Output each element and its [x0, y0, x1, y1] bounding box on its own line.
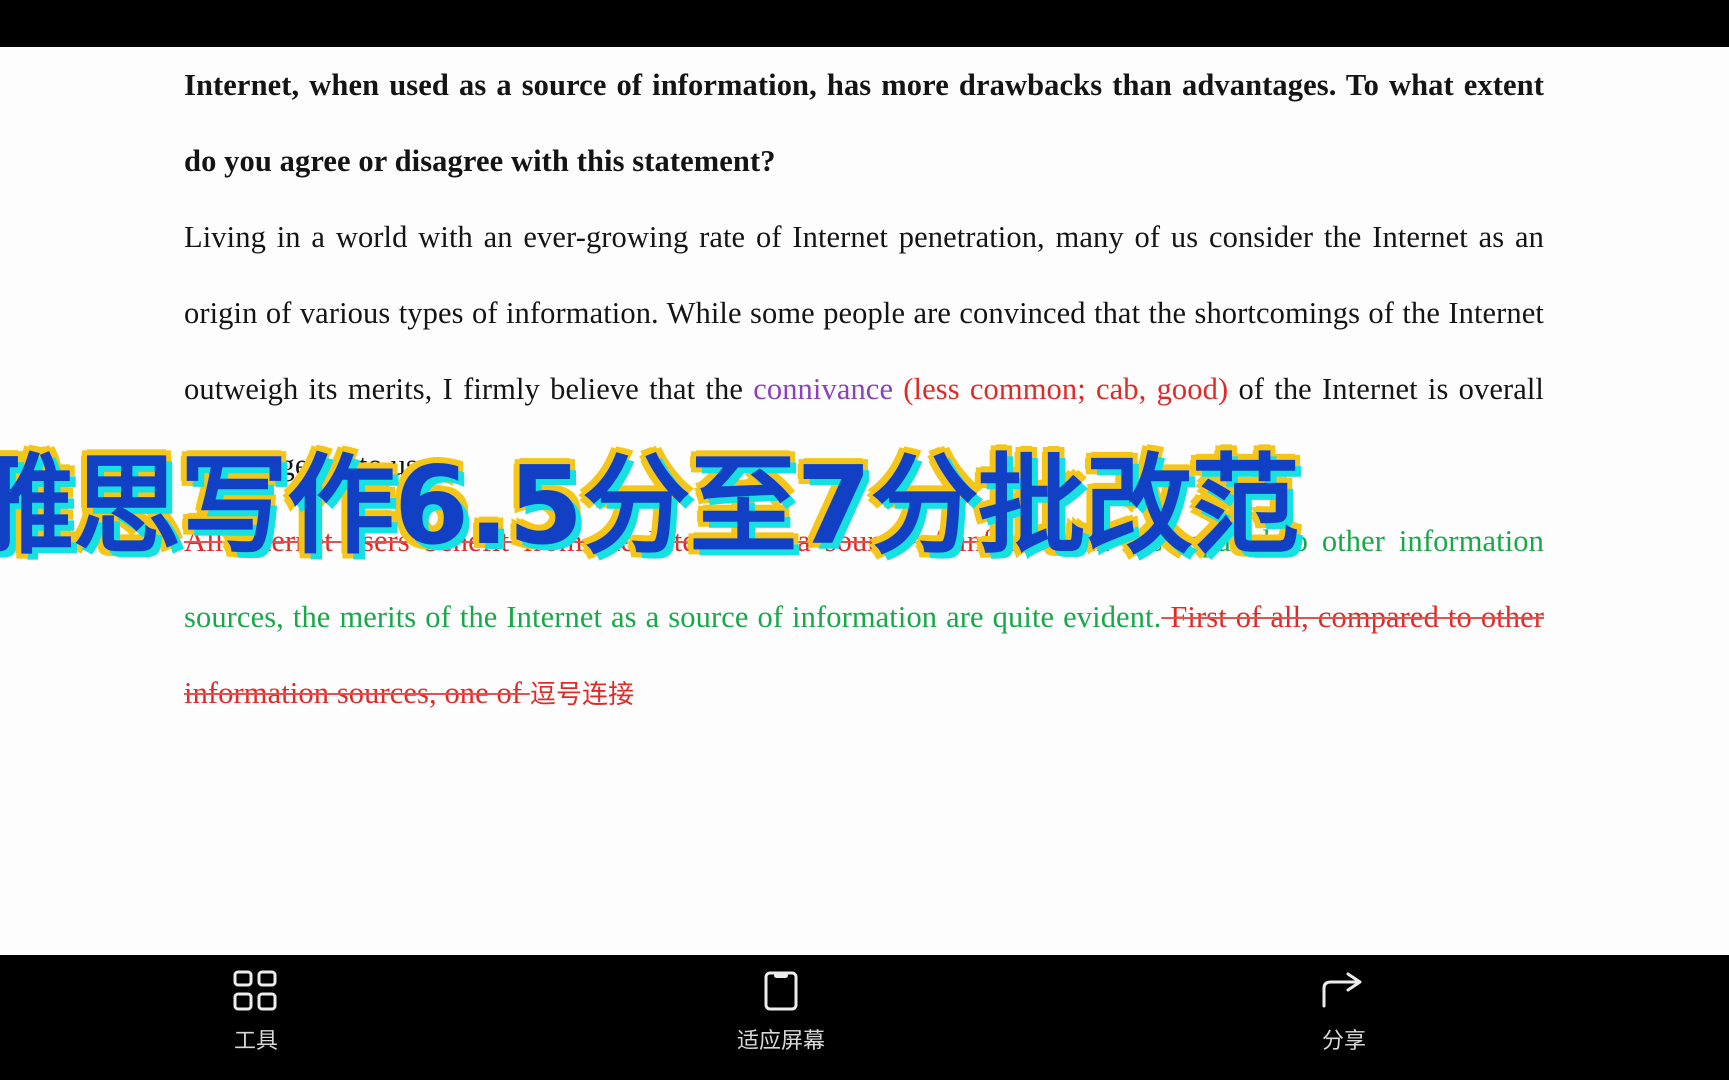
device-frame-icon — [681, 965, 881, 1017]
toolbar-item-tools-label: 工具 — [233, 1029, 278, 1054]
toolbar-item-share-label: 分享 — [1321, 1029, 1366, 1054]
document-page[interactable]: Internet, when used as a source of infor… — [0, 47, 1729, 955]
essay-prompt-paragraph: Internet, when used as a source of infor… — [184, 68, 1544, 178]
letterbox-top — [0, 0, 1729, 47]
para2-chinese-annotation: 逗号连接 — [529, 680, 635, 710]
bottom-toolbar: 工具 适应屏幕 分享 — [0, 955, 1729, 1080]
para1-teacher-note: (less common; cab, good) — [893, 372, 1229, 406]
toolbar-item-share[interactable]: 分享 — [1244, 965, 1444, 1055]
body-paragraph-1: Living in a world with an ever-growing r… — [184, 199, 1544, 503]
para2-period: . — [1103, 524, 1125, 558]
share-arrow-icon — [1244, 965, 1444, 1017]
toolbar-item-fit-screen-label: 适应屏幕 — [736, 1029, 825, 1054]
para1-highlighted-word: connivance — [753, 372, 894, 406]
para2-insertion-marker: + — [1124, 524, 1143, 558]
body-paragraph-2: All Internet users benefit from the Inte… — [184, 503, 1544, 733]
screen-root: Internet, when used as a source of infor… — [0, 0, 1729, 1080]
para2-deleted-sentence: All Internet users benefit from the Inte… — [184, 524, 1104, 558]
grid-apps-icon — [156, 965, 356, 1017]
toolbar-item-fit-screen[interactable]: 适应屏幕 — [681, 965, 881, 1055]
toolbar-item-tools[interactable]: 工具 — [156, 965, 356, 1055]
